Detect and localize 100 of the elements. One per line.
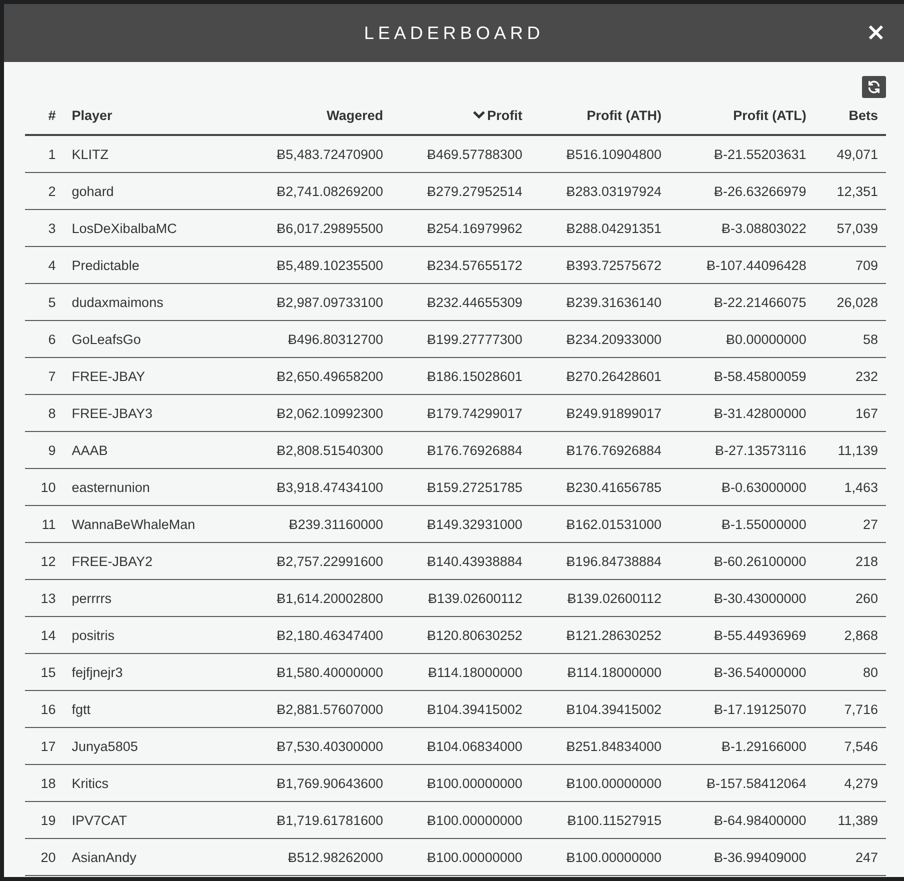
table-cell: Ƀ232.44655309	[391, 284, 530, 320]
table-cell: Ƀ2,808.51540300	[238, 432, 392, 468]
table-cell: Ƀ-36.54000000	[670, 654, 814, 690]
table-cell: Ƀ196.84738884	[530, 542, 670, 580]
table-cell: Ƀ-21.55203631	[670, 135, 814, 172]
table-cell: KLITZ	[64, 135, 238, 172]
table-cell: Ƀ-30.43000000	[670, 580, 814, 616]
table-cell: 9	[25, 432, 64, 468]
column-header[interactable]: Wagered	[238, 100, 392, 135]
table-cell: 57,039	[814, 210, 886, 246]
table-cell: Ƀ3,918.47434100	[238, 468, 392, 506]
table-cell: Ƀ1,580.40000000	[238, 654, 392, 690]
table-cell: Ƀ2,650.49658200	[238, 358, 392, 394]
table-cell: Ƀ-58.45800059	[670, 358, 814, 394]
table-cell: Ƀ-1.29166000	[670, 728, 814, 764]
table-cell: Ƀ239.31160000	[238, 506, 392, 542]
refresh-button[interactable]	[862, 76, 886, 98]
table-cell: Ƀ104.39415002	[391, 690, 530, 728]
table-cell: Ƀ100.00000000	[530, 764, 670, 802]
table-cell: Ƀ121.28630252	[530, 616, 670, 654]
table-cell: 10	[25, 468, 64, 506]
table-cell: Ƀ176.76926884	[391, 432, 530, 468]
table-cell: 2	[25, 172, 64, 210]
table-cell: Predictable	[64, 246, 238, 284]
table-cell: 49,071	[814, 135, 886, 172]
table-cell: Ƀ199.27777300	[391, 320, 530, 358]
table-cell: 232	[814, 358, 886, 394]
table-cell: Ƀ254.16979962	[391, 210, 530, 246]
table-cell: Ƀ5,489.10235500	[238, 246, 392, 284]
table-cell: Ƀ2,180.46347400	[238, 616, 392, 654]
table-cell: Ƀ2,881.57607000	[238, 690, 392, 728]
table-cell: AAAB	[64, 432, 238, 468]
table-cell: Ƀ-157.58412064	[670, 764, 814, 802]
table-cell: Ƀ-22.21466075	[670, 284, 814, 320]
table-cell: LosDeXibalbaMC	[64, 210, 238, 246]
table-cell: Ƀ139.02600112	[391, 580, 530, 616]
table-cell: 11	[25, 506, 64, 542]
refresh-icon	[867, 80, 881, 94]
table-cell: 7,716	[814, 690, 886, 728]
table-cell: Ƀ100.00000000	[530, 838, 670, 876]
table-cell: Ƀ234.20933000	[530, 320, 670, 358]
table-cell: Ƀ-26.63266979	[670, 172, 814, 210]
column-header[interactable]: Profit (ATH)	[530, 100, 670, 135]
table-cell: 1,463	[814, 468, 886, 506]
table-cell: Ƀ100.00000000	[391, 838, 530, 876]
table-cell: 8	[25, 394, 64, 432]
sort-chevron-icon	[473, 110, 486, 119]
column-header[interactable]: #	[25, 100, 64, 135]
table-cell: Ƀ139.02600112	[530, 580, 670, 616]
table-cell: Ƀ100.00000000	[391, 802, 530, 838]
table-cell: Ƀ496.80312700	[238, 320, 392, 358]
table-cell: Ƀ162.01531000	[530, 506, 670, 542]
table-cell: 12,351	[814, 172, 886, 210]
table-cell: Ƀ283.03197924	[530, 172, 670, 210]
table-cell: Ƀ-36.99409000	[670, 838, 814, 876]
table-cell: 7	[25, 358, 64, 394]
table-cell: Ƀ288.04291351	[530, 210, 670, 246]
table-cell: 11,389	[814, 802, 886, 838]
column-header[interactable]: Profit (ATL)	[670, 100, 814, 135]
table-cell: 247	[814, 838, 886, 876]
table-cell: Ƀ512.98262000	[238, 838, 392, 876]
close-button[interactable]: ×	[862, 18, 890, 46]
table-cell: IPV7CAT	[64, 802, 238, 838]
table-cell: Ƀ140.43938884	[391, 542, 530, 580]
column-header[interactable]: Profit	[391, 100, 530, 135]
table-cell: Ƀ-60.26100000	[670, 542, 814, 580]
table-cell: Ƀ7,530.40300000	[238, 728, 392, 764]
column-header[interactable]: Player	[64, 100, 238, 135]
table-cell: fgtt	[64, 690, 238, 728]
table-cell: 709	[814, 246, 886, 284]
table-cell: Ƀ516.10904800	[530, 135, 670, 172]
table-cell: Ƀ2,062.10992300	[238, 394, 392, 432]
table-cell: easternunion	[64, 468, 238, 506]
table-cell: 6	[25, 320, 64, 358]
table-cell: Ƀ1,769.90643600	[238, 764, 392, 802]
table-cell: 16	[25, 690, 64, 728]
table-cell: Ƀ114.18000000	[391, 654, 530, 690]
table-cell: Ƀ6,017.29895500	[238, 210, 392, 246]
table-cell: Ƀ186.15028601	[391, 358, 530, 394]
table-cell: Ƀ-107.44096428	[670, 246, 814, 284]
table-cell: 2,868	[814, 616, 886, 654]
table-cell: 4	[25, 246, 64, 284]
table-cell: Ƀ2,757.22991600	[238, 542, 392, 580]
table-cell: Ƀ2,987.09733100	[238, 284, 392, 320]
table-cell: dudaxmaimons	[64, 284, 238, 320]
table-cell: 15	[25, 654, 64, 690]
table-cell: 5	[25, 284, 64, 320]
table-cell: Ƀ2,741.08269200	[238, 172, 392, 210]
table-cell: 18	[25, 764, 64, 802]
table-cell: Ƀ234.57655172	[391, 246, 530, 284]
table-cell: Ƀ1,614.20002800	[238, 580, 392, 616]
table-cell: 260	[814, 580, 886, 616]
table-cell: Ƀ279.27952514	[391, 172, 530, 210]
table-cell: Ƀ393.72575672	[530, 246, 670, 284]
table-cell: gohard	[64, 172, 238, 210]
table-cell: Ƀ104.06834000	[391, 728, 530, 764]
column-header[interactable]: Bets	[814, 100, 886, 135]
table-cell: Ƀ159.27251785	[391, 468, 530, 506]
table-cell: 17	[25, 728, 64, 764]
table-cell: 80	[814, 654, 886, 690]
